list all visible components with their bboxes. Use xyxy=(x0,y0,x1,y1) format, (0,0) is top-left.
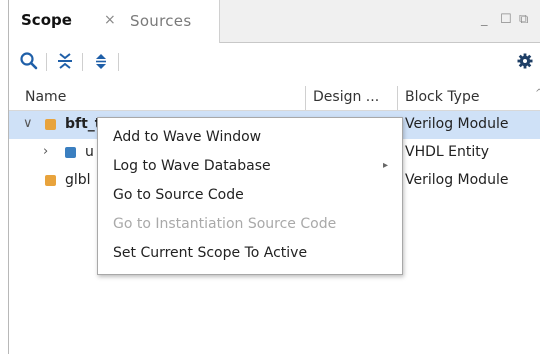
menu-item-set-current-scope-to-active[interactable]: Set Current Scope To Active xyxy=(98,239,402,268)
collapse-all-icon[interactable] xyxy=(55,51,75,71)
tab-scope-label: Scope xyxy=(21,11,72,29)
toolbar xyxy=(9,43,540,81)
module-icon xyxy=(45,119,56,130)
entity-icon xyxy=(65,147,76,158)
chevron-down-icon[interactable]: ∨ xyxy=(23,116,33,131)
tab-sources[interactable]: Sources xyxy=(130,12,191,30)
row-name: u xyxy=(85,144,94,160)
restore-icon[interactable]: ⧉ xyxy=(519,12,528,27)
minimize-icon[interactable]: _ xyxy=(481,12,488,27)
menu-item-label: Set Current Scope To Active xyxy=(113,245,308,261)
table-header: Name Design ... Block Type xyxy=(9,86,540,111)
toolbar-divider xyxy=(46,53,47,71)
row-block-type: VHDL Entity xyxy=(405,144,490,160)
column-header-design[interactable]: Design ... xyxy=(313,89,379,105)
column-header-block-type[interactable]: Block Type xyxy=(405,89,479,105)
menu-item-label: Go to Instantiation Source Code xyxy=(113,216,337,232)
menu-item-label: Add to Wave Window xyxy=(113,129,262,145)
menu-item-go-to-source-code[interactable]: Go to Source Code xyxy=(98,181,402,210)
chevron-right-icon[interactable]: › xyxy=(43,144,48,159)
menu-item-label: Log to Wave Database xyxy=(113,158,271,174)
toolbar-divider xyxy=(82,53,83,71)
row-block-type: Verilog Module xyxy=(405,172,509,188)
tab-close-icon[interactable]: × xyxy=(104,12,116,28)
toolbar-divider xyxy=(118,53,119,71)
menu-item-add-to-wave-window[interactable]: Add to Wave Window xyxy=(98,123,402,152)
context-menu: Add to Wave Window Log to Wave Database … xyxy=(97,117,403,275)
search-icon[interactable] xyxy=(19,51,39,71)
tab-bar: Scope × Sources _ ☐ ⧉ xyxy=(9,0,540,43)
row-name: glbl xyxy=(65,172,91,188)
column-header-name[interactable]: Name xyxy=(25,89,66,105)
maximize-icon[interactable]: ☐ xyxy=(500,12,512,27)
scroll-up-icon[interactable]: ^ xyxy=(535,88,540,99)
module-icon xyxy=(45,175,56,186)
tab-scope[interactable]: Scope × Sources xyxy=(9,0,220,43)
column-divider[interactable] xyxy=(397,86,398,110)
menu-item-go-to-instantiation-source-code: Go to Instantiation Source Code xyxy=(98,210,402,239)
menu-item-label: Go to Source Code xyxy=(113,187,244,203)
menu-item-log-to-wave-database[interactable]: Log to Wave Database ▸ xyxy=(98,152,402,181)
row-block-type: Verilog Module xyxy=(405,116,509,132)
gear-icon[interactable] xyxy=(515,51,535,71)
submenu-arrow-icon: ▸ xyxy=(382,160,388,171)
expand-all-icon[interactable] xyxy=(91,51,111,71)
column-divider[interactable] xyxy=(305,86,306,110)
